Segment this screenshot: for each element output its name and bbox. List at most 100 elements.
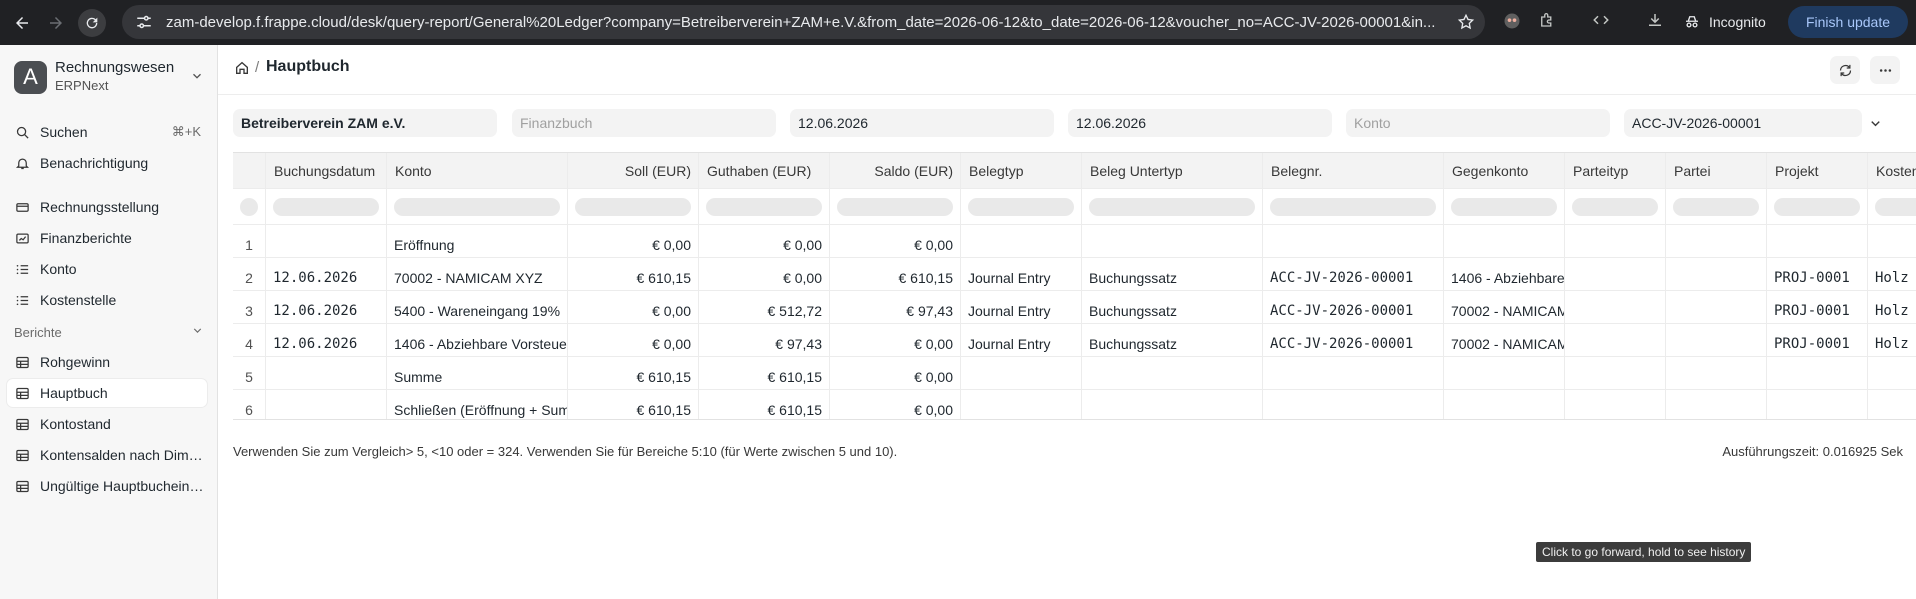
forward-button[interactable]: [42, 9, 70, 37]
column-header[interactable]: Projekt: [1767, 153, 1868, 188]
column-filter-input[interactable]: [699, 189, 830, 224]
row-index[interactable]: 1: [233, 225, 266, 257]
sidebar-item-ungueltige-eintraege[interactable]: Ungültige Hauptbucheinträge: [7, 472, 207, 500]
table-cell-balance[interactable]: € 0,00: [830, 225, 961, 257]
column-filter-input[interactable]: [961, 189, 1082, 224]
sidebar-item-konto[interactable]: Konto: [7, 255, 207, 283]
site-settings-icon[interactable]: [132, 13, 156, 31]
table-cell-date[interactable]: 12.06.2026: [266, 324, 387, 356]
address-bar[interactable]: zam-develop.f.frappe.cloud/desk/query-re…: [122, 5, 1485, 39]
table-cell-party-type[interactable]: [1565, 225, 1666, 257]
table-cell-account[interactable]: Eröffnung: [387, 225, 568, 257]
sidebar-item-kostenstelle[interactable]: Kostenstelle: [7, 286, 207, 314]
table-cell-project[interactable]: PROJ-0001: [1767, 291, 1868, 323]
table-cell-party[interactable]: [1666, 324, 1767, 356]
table-cell-voucher-type[interactable]: Journal Entry: [961, 291, 1082, 323]
reload-button[interactable]: [78, 8, 106, 37]
table-cell-party[interactable]: [1666, 357, 1767, 389]
table-row[interactable]: 6Schließen (Eröffnung + Summe)€ 610,15€ …: [233, 390, 1916, 419]
column-header[interactable]: Kostenstelle: [1868, 153, 1916, 188]
table-cell-voucher-no[interactable]: [1263, 357, 1444, 389]
row-index[interactable]: 2: [233, 258, 266, 290]
column-header[interactable]: Buchungsdatum: [266, 153, 387, 188]
table-row[interactable]: 4 12.06.2026 1406 - Abziehbare Vorsteuer € …: [233, 324, 1916, 357]
row-index[interactable]: 4: [233, 324, 266, 356]
table-cell-voucher-no[interactable]: [1263, 225, 1444, 257]
table-cell-party[interactable]: [1666, 390, 1767, 419]
table-cell-against[interactable]: 70002 - NAMICAM: [1444, 324, 1565, 356]
sidebar-section-berichte[interactable]: Berichte: [14, 322, 204, 342]
table-cell-voucher-subtype[interactable]: [1082, 357, 1263, 389]
table-cell-party[interactable]: [1666, 258, 1767, 290]
table-cell-project[interactable]: [1767, 357, 1868, 389]
sidebar-item-hauptbuch[interactable]: Hauptbuch: [7, 379, 207, 407]
voucher-no-filter[interactable]: ACC-JV-2026-00001: [1624, 109, 1862, 137]
table-cell-account[interactable]: Schließen (Eröffnung + Summe): [387, 390, 568, 419]
finish-update-button[interactable]: Finish update: [1788, 6, 1908, 38]
table-cell-cost-center[interactable]: [1868, 225, 1916, 257]
table-cell-debit[interactable]: € 610,15: [568, 258, 699, 290]
column-header[interactable]: Parteityp: [1565, 153, 1666, 188]
table-row[interactable]: 5 Summe € 610,15 € 610,15 € 0,00: [233, 357, 1916, 390]
row-index[interactable]: 3: [233, 291, 266, 323]
table-cell-cost-center[interactable]: [1868, 357, 1916, 389]
column-filter-input[interactable]: [1565, 189, 1666, 224]
table-cell-voucher-type[interactable]: Journal Entry: [961, 258, 1082, 290]
table-cell-project[interactable]: [1767, 390, 1868, 419]
column-header[interactable]: Saldo (EUR): [830, 153, 961, 188]
table-cell-cost-center[interactable]: Holz: [1868, 324, 1916, 356]
account-filter[interactable]: Konto: [1346, 109, 1610, 137]
table-cell-party-type[interactable]: [1565, 291, 1666, 323]
column-filter-input[interactable]: [387, 189, 568, 224]
table-cell-date[interactable]: [266, 390, 387, 419]
row-index[interactable]: 5: [233, 357, 266, 389]
table-cell-credit[interactable]: € 610,15: [699, 357, 830, 389]
table-cell-cost-center[interactable]: Holz: [1868, 291, 1916, 323]
table-cell-voucher-type[interactable]: [961, 357, 1082, 389]
table-cell-against[interactable]: [1444, 390, 1565, 419]
table-cell-voucher-type[interactable]: Journal Entry: [961, 324, 1082, 356]
bookmark-star-icon[interactable]: [1457, 13, 1475, 34]
column-filter-input[interactable]: [1666, 189, 1767, 224]
table-cell-balance[interactable]: € 0,00: [830, 390, 961, 419]
from-date-filter[interactable]: 12.06.2026: [790, 109, 1054, 137]
table-cell-date[interactable]: [266, 225, 387, 257]
column-header[interactable]: Gegenkonto: [1444, 153, 1565, 188]
sidebar-search[interactable]: Suchen ⌘+K: [7, 118, 207, 146]
table-cell-voucher-no[interactable]: ACC-JV-2026-00001: [1263, 258, 1444, 290]
back-button[interactable]: [8, 9, 36, 37]
table-cell-credit[interactable]: € 0,00: [699, 258, 830, 290]
table-cell-date[interactable]: [266, 357, 387, 389]
finance-book-filter[interactable]: Finanzbuch: [512, 109, 776, 137]
table-row[interactable]: 1 Eröffnung € 0,00 € 0,00 € 0,00: [233, 225, 1916, 258]
table-cell-voucher-type[interactable]: [961, 390, 1082, 419]
table-cell-debit[interactable]: € 610,15: [568, 357, 699, 389]
column-header[interactable]: Belegnr.: [1263, 153, 1444, 188]
table-cell-balance[interactable]: € 0,00: [830, 357, 961, 389]
table-cell-voucher-no[interactable]: ACC-JV-2026-00001: [1263, 324, 1444, 356]
extensions-puzzle-icon[interactable]: [1538, 11, 1556, 29]
refresh-button[interactable]: [1830, 56, 1860, 84]
column-header[interactable]: Beleg Untertyp: [1082, 153, 1263, 188]
table-cell-party[interactable]: [1666, 225, 1767, 257]
table-cell-balance[interactable]: € 0,00: [830, 324, 961, 356]
home-icon[interactable]: [234, 60, 250, 79]
table-cell-cost-center[interactable]: Holz: [1868, 258, 1916, 290]
table-cell-party-type[interactable]: [1565, 324, 1666, 356]
column-filter-input[interactable]: [1868, 189, 1916, 224]
column-filter-input[interactable]: [1767, 189, 1868, 224]
table-cell-voucher-subtype[interactable]: [1082, 390, 1263, 419]
table-cell-project[interactable]: PROJ-0001: [1767, 258, 1868, 290]
table-cell-voucher-no[interactable]: ACC-JV-2026-00001: [1263, 291, 1444, 323]
table-cell-debit[interactable]: € 0,00: [568, 324, 699, 356]
table-cell-voucher-no[interactable]: [1263, 390, 1444, 419]
table-cell-debit[interactable]: € 0,00: [568, 225, 699, 257]
sidebar-item-kontensalden[interactable]: Kontensalden nach Dimensionen: [7, 441, 207, 469]
table-cell-against[interactable]: [1444, 357, 1565, 389]
column-filter-input[interactable]: [1444, 189, 1565, 224]
table-cell-voucher-subtype[interactable]: Buchungssatz: [1082, 291, 1263, 323]
table-cell-against[interactable]: 1406 - Abziehbare Vorsteuer: [1444, 258, 1565, 290]
table-cell-credit[interactable]: € 512,72: [699, 291, 830, 323]
download-icon[interactable]: [1646, 11, 1664, 29]
table-cell-debit[interactable]: € 0,00: [568, 291, 699, 323]
